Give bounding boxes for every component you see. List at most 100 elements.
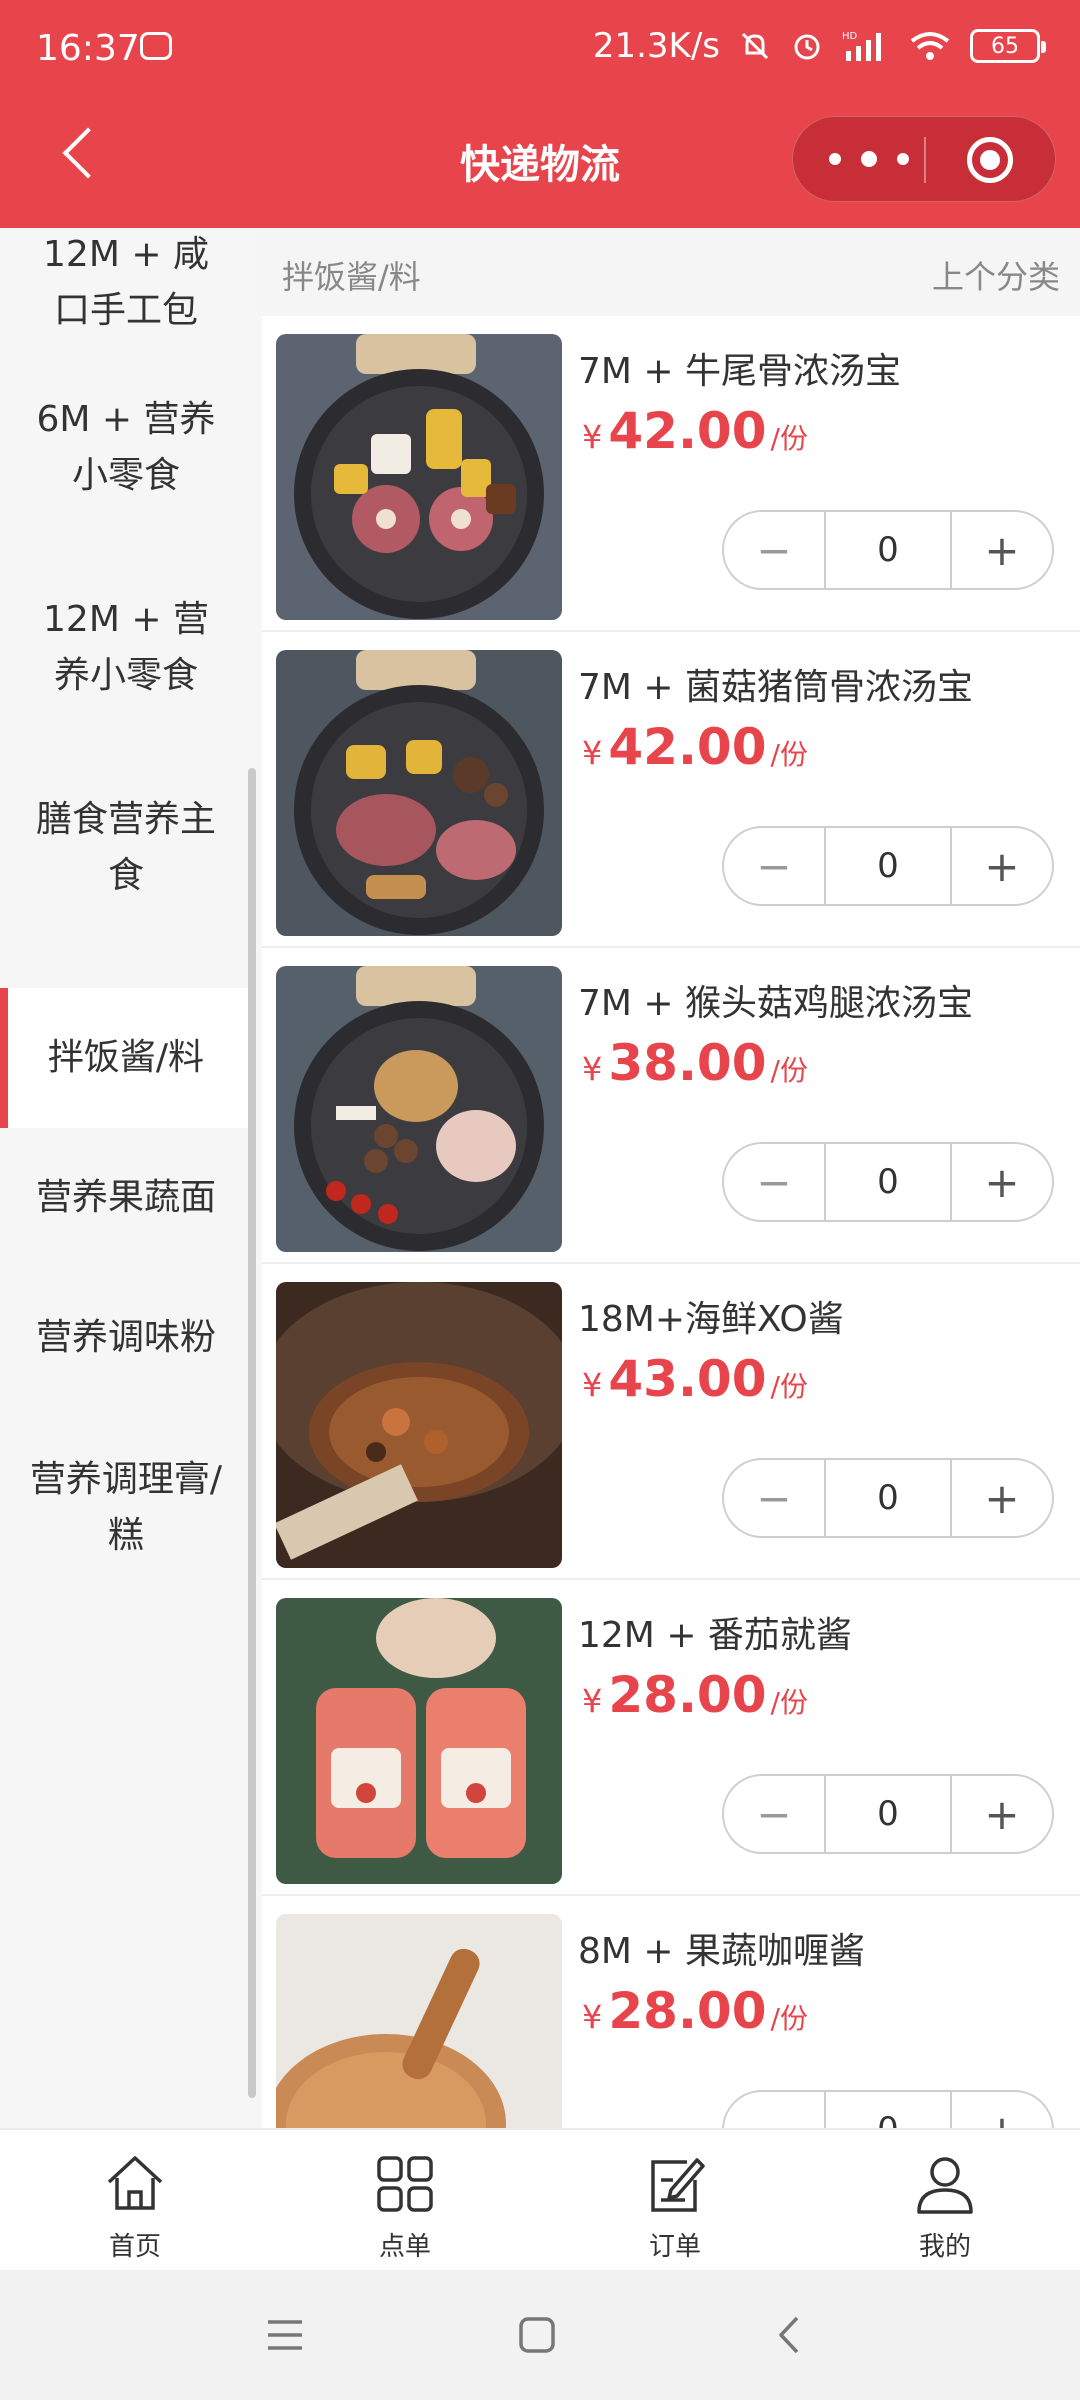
quantity-stepper: − 0 + [722, 2090, 1054, 2128]
network-speed: 21.3K/s [592, 26, 720, 66]
increase-quantity-button[interactable]: + [952, 828, 1052, 904]
capsule-divider [924, 137, 926, 183]
price-unit: /份 [770, 1370, 808, 1403]
sidebar-scrollbar[interactable] [248, 768, 256, 2098]
sidebar-item-label: 营养果蔬面 [35, 1177, 216, 1218]
product-card[interactable]: 18M+海鲜XO酱 ¥ 43.00 /份 − 0 + [262, 1264, 1080, 1580]
product-card[interactable]: 12M + 番茄就酱 ¥ 28.00 /份 − 0 + [262, 1580, 1080, 1896]
tab-home[interactable]: 首页 [0, 2130, 270, 2270]
tab-label: 点单 [378, 2232, 431, 2262]
sidebar-item-seasoning-powder[interactable]: 营养调味粉 [0, 1268, 252, 1408]
mute-bell-icon [741, 32, 769, 60]
sidebar-item-staple-food[interactable]: 膳食营养主食 [0, 748, 252, 948]
user-profile-icon [917, 2157, 973, 2214]
hd-label: HD [842, 31, 858, 42]
tab-order-menu[interactable]: 点单 [270, 2130, 540, 2270]
wifi-icon [910, 32, 950, 60]
product-price: ¥ 42.00 /份 [582, 402, 808, 460]
increase-quantity-button[interactable]: + [952, 1144, 1052, 1220]
product-image[interactable] [276, 1598, 562, 1884]
currency-symbol: ¥ [582, 1050, 603, 1088]
price-unit: /份 [770, 738, 808, 771]
sidebar-item-label: 营养调理膏/糕 [29, 1459, 223, 1556]
order-edit-icon [651, 2158, 705, 2212]
product-name: 18M+海鲜XO酱 [578, 1299, 844, 1340]
increase-quantity-button[interactable]: + [952, 2092, 1052, 2129]
product-card[interactable]: 8M + 果蔬咖喱酱 ¥ 28.00 /份 − 0 + [262, 1896, 1080, 2128]
product-card[interactable]: 7M + 菌菇猪筒骨浓汤宝 ¥ 42.00 /份 − 0 + [262, 632, 1080, 948]
sidebar-item-label: 12M + 咸口手工包 [43, 234, 209, 331]
menu-lines-icon[interactable] [260, 2310, 310, 2360]
decrease-quantity-button[interactable]: − [724, 1776, 824, 1852]
battery-level: 65 [991, 33, 1019, 59]
mini-program-capsule [792, 116, 1056, 202]
more-options-icon[interactable] [829, 147, 909, 171]
quantity-stepper: − 0 + [722, 1142, 1054, 1222]
tab-label: 首页 [108, 2232, 161, 2262]
increase-quantity-button[interactable]: + [952, 512, 1052, 588]
quantity-value[interactable]: 0 [824, 1144, 952, 1220]
alarm-icon [794, 34, 820, 60]
decrease-quantity-button[interactable]: − [724, 1144, 824, 1220]
previous-category-link[interactable]: 上个分类 [932, 252, 1060, 298]
product-name: 7M + 猴头菇鸡腿浓汤宝 [578, 983, 974, 1024]
decrease-quantity-button[interactable]: − [724, 1460, 824, 1536]
status-time: 16:37 [36, 28, 140, 69]
current-category: 拌饭酱/料 [282, 258, 421, 296]
quantity-value[interactable]: 0 [824, 2092, 952, 2128]
quantity-value[interactable]: 0 [824, 1776, 952, 1852]
quantity-stepper: − 0 + [722, 1458, 1054, 1538]
sidebar-item-label: 12M + 营养小零食 [43, 599, 209, 696]
category-sidebar: 12M + 咸口手工包 6M + 营养小零食 12M + 营养小零食 膳食营养主… [0, 228, 262, 2128]
price-value: 38.00 [608, 1034, 767, 1092]
product-image[interactable] [276, 1282, 562, 1568]
increase-quantity-button[interactable]: + [952, 1460, 1052, 1536]
product-name: 7M + 菌菇猪筒骨浓汤宝 [578, 667, 974, 708]
sidebar-item-6m-snacks[interactable]: 6M + 营养小零食 [0, 348, 252, 548]
decrease-quantity-button[interactable]: − [724, 2092, 824, 2129]
currency-symbol: ¥ [582, 1998, 603, 2036]
signal-icon: HD [842, 31, 881, 61]
decrease-quantity-button[interactable]: − [724, 512, 824, 588]
currency-symbol: ¥ [582, 418, 603, 456]
currency-symbol: ¥ [582, 1682, 603, 1720]
app-header: 16:37 21.3K/s HD 65 快递物流 [0, 0, 1080, 228]
product-list: 拌饭酱/料 上个分类 7M + 牛尾骨浓汤宝 ¥ 42.00 /份 − 0 + … [262, 228, 1080, 2128]
quantity-value[interactable]: 0 [824, 512, 952, 588]
sidebar-item-12m-snacks[interactable]: 12M + 营养小零食 [0, 548, 252, 748]
product-card[interactable]: 7M + 猴头菇鸡腿浓汤宝 ¥ 38.00 /份 − 0 + [262, 948, 1080, 1264]
status-indicators: 21.3K/s HD 65 [592, 26, 1046, 66]
grid-menu-icon [377, 2156, 433, 2212]
price-unit: /份 [770, 1054, 808, 1087]
currency-symbol: ¥ [582, 734, 603, 772]
sidebar-item-veg-noodles[interactable]: 营养果蔬面 [0, 1128, 252, 1268]
sidebar-item-rice-sauce[interactable]: 拌饭酱/料 [0, 988, 252, 1128]
increase-quantity-button[interactable]: + [952, 1776, 1052, 1852]
back-chevron-icon[interactable] [765, 2310, 815, 2360]
close-target-icon[interactable] [967, 137, 1013, 183]
tab-mine[interactable]: 我的 [810, 2130, 1080, 2270]
product-image[interactable] [276, 650, 562, 936]
quantity-stepper: − 0 + [722, 1774, 1054, 1854]
quantity-stepper: − 0 + [722, 510, 1054, 590]
chat-notification-icon [140, 32, 172, 60]
price-value: 42.00 [608, 402, 767, 460]
sidebar-item-paste-cake[interactable]: 营养调理膏/糕 [0, 1408, 252, 1608]
sidebar-item-label: 营养调味粉 [35, 1317, 216, 1358]
product-card[interactable]: 7M + 牛尾骨浓汤宝 ¥ 42.00 /份 − 0 + [262, 316, 1080, 632]
sidebar-item-12m-savory-buns[interactable]: 12M + 咸口手工包 [0, 218, 252, 348]
status-bar: 16:37 21.3K/s HD 65 [0, 0, 1080, 96]
tab-orders[interactable]: 订单 [540, 2130, 810, 2270]
decrease-quantity-button[interactable]: − [724, 828, 824, 904]
product-image[interactable] [276, 1914, 562, 2128]
category-header: 拌饭酱/料 上个分类 [262, 228, 1080, 316]
tab-label: 订单 [648, 2232, 701, 2262]
quantity-value[interactable]: 0 [824, 828, 952, 904]
home-square-icon[interactable] [512, 2310, 562, 2360]
price-unit: /份 [770, 422, 808, 455]
product-image[interactable] [276, 334, 562, 620]
quantity-value[interactable]: 0 [824, 1460, 952, 1536]
product-price: ¥ 42.00 /份 [582, 718, 808, 776]
product-image[interactable] [276, 966, 562, 1252]
price-value: 43.00 [608, 1350, 767, 1408]
